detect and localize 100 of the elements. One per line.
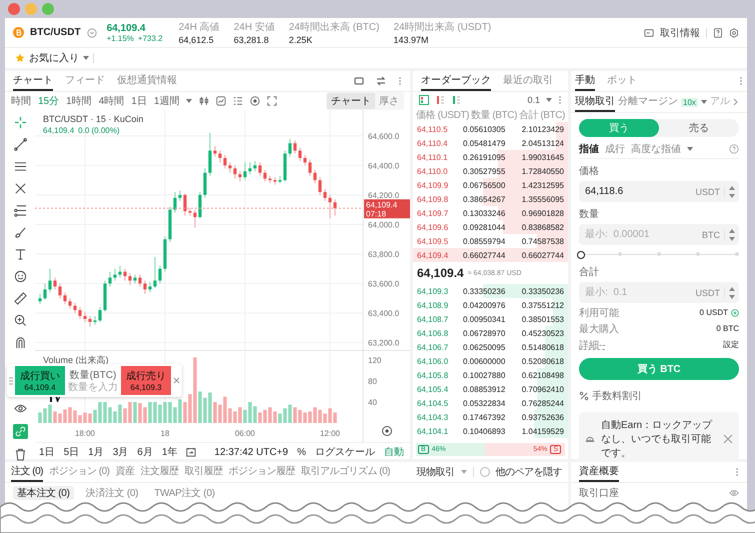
- info-panel-icon[interactable]: [644, 28, 654, 38]
- ask-price[interactable]: 64,109.4: [417, 250, 463, 260]
- more-icon[interactable]: [739, 76, 743, 86]
- fee-discount-link[interactable]: 手数料割引: [592, 389, 642, 403]
- bid-price[interactable]: 64,106.0: [417, 356, 463, 366]
- caret-icon[interactable]: [546, 98, 552, 102]
- ask-price[interactable]: 64,109.9: [417, 180, 463, 190]
- bid-price[interactable]: 64,104.3: [417, 412, 463, 422]
- interval-option[interactable]: 1週間: [154, 94, 180, 108]
- auto-scale-toggle[interactable]: 自動: [384, 445, 404, 459]
- market-sell-button[interactable]: 成行売り 64,109.3: [121, 366, 171, 395]
- stepper-down-icon[interactable]: [729, 294, 735, 298]
- link-icon[interactable]: [12, 424, 28, 439]
- window-icon[interactable]: [354, 76, 364, 86]
- quantity-input[interactable]: 最小: 0.00001: [585, 229, 698, 240]
- market-type-tab[interactable]: 分離マージン: [618, 92, 678, 112]
- ruler-icon[interactable]: [14, 292, 26, 305]
- caret-icon[interactable]: [687, 147, 693, 151]
- magnet-icon[interactable]: [14, 336, 26, 349]
- percent-toggle[interactable]: %: [297, 446, 306, 458]
- range-option[interactable]: 1月: [88, 445, 104, 459]
- bids-layout-icon[interactable]: [451, 95, 461, 105]
- both-sides-layout-icon[interactable]: [419, 95, 429, 105]
- pattern-icon[interactable]: [14, 182, 26, 195]
- help-icon[interactable]: [713, 28, 723, 38]
- side-toggle[interactable]: 売る: [659, 119, 739, 137]
- close-icon[interactable]: [173, 377, 180, 384]
- chart-icon[interactable]: [216, 96, 226, 106]
- interval-option[interactable]: 4時間: [98, 94, 124, 108]
- total-input[interactable]: 最小: 0.1: [585, 287, 692, 298]
- ask-price[interactable]: 64,109.6: [417, 222, 463, 232]
- buy-button[interactable]: 買う BTC: [579, 358, 739, 380]
- ask-price[interactable]: 64,110.0: [417, 166, 463, 176]
- asks-layout-icon[interactable]: [435, 95, 445, 105]
- chart-panel-tab[interactable]: フィード: [65, 71, 105, 91]
- trade-mode-tab[interactable]: ボット: [607, 71, 637, 91]
- swap-icon[interactable]: [376, 76, 386, 86]
- more-icon[interactable]: [735, 467, 739, 477]
- hide-pairs-checkbox[interactable]: [480, 467, 490, 477]
- interval-option[interactable]: 1時間: [66, 94, 92, 108]
- ask-price[interactable]: 64,109.5: [417, 236, 463, 246]
- candles-icon[interactable]: [199, 96, 210, 106]
- stepper-up-icon[interactable]: [729, 228, 735, 232]
- orderbook-tab[interactable]: 最近の取引: [503, 71, 553, 91]
- zoom-in-icon[interactable]: [14, 314, 26, 327]
- log-scale-toggle[interactable]: ログスケール: [315, 445, 375, 459]
- total-field[interactable]: 最小: 0.1 USDT: [579, 282, 739, 303]
- trading-pair[interactable]: BTC/USDT: [30, 27, 81, 38]
- order-type-tab[interactable]: 高度な指値: [631, 142, 681, 156]
- info-value[interactable]: 設定: [723, 339, 739, 350]
- bid-price[interactable]: 64,108.7: [417, 314, 463, 324]
- orders-tab[interactable]: ポジション履歴: [228, 462, 295, 482]
- order-type-filter[interactable]: 決済注文 (0): [82, 486, 142, 500]
- order-type-tab[interactable]: 指値: [579, 142, 599, 156]
- stepper-up-icon[interactable]: [729, 186, 735, 190]
- caret-icon[interactable]: [186, 99, 192, 103]
- bid-price[interactable]: 64,104.1: [417, 426, 463, 436]
- trend-line-icon[interactable]: [14, 138, 26, 151]
- indicators-icon[interactable]: [233, 96, 244, 106]
- close-icon[interactable]: [723, 434, 733, 444]
- orderbook-tab[interactable]: オーダーブック: [421, 71, 491, 91]
- bid-price[interactable]: 64,104.5: [417, 398, 463, 408]
- settings-icon[interactable]: [729, 28, 739, 38]
- orders-tab[interactable]: 取引履歴: [184, 462, 222, 482]
- bid-price[interactable]: 64,105.4: [417, 384, 463, 394]
- range-option[interactable]: 1年: [162, 445, 178, 459]
- trade-mode-tab[interactable]: 手動: [575, 71, 595, 91]
- chart-panel-tab[interactable]: 仮想通貨情報: [117, 71, 177, 91]
- caret-icon[interactable]: [700, 100, 707, 104]
- chart-panel-tab[interactable]: チャート: [13, 71, 53, 91]
- order-type-filter[interactable]: 基本注文 (0): [13, 486, 74, 500]
- calendar-icon[interactable]: [186, 447, 196, 457]
- trash-icon[interactable]: [14, 448, 26, 461]
- orders-tab[interactable]: ポジション (0): [49, 462, 110, 482]
- eye-icon[interactable]: [14, 402, 26, 415]
- market-filter-dropdown[interactable]: 現物取引: [416, 465, 454, 479]
- add-icon[interactable]: [731, 308, 739, 316]
- ask-price[interactable]: 64,110.1: [417, 152, 463, 162]
- leverage-badge[interactable]: 10x: [681, 98, 698, 106]
- interval-option[interactable]: 1日: [131, 94, 147, 108]
- trade-info-link[interactable]: 取引情報: [660, 26, 700, 40]
- caret-icon[interactable]: [83, 56, 89, 60]
- bid-price[interactable]: 64,105.8: [417, 370, 463, 380]
- text-tool-icon[interactable]: [14, 248, 26, 261]
- market-type-tab[interactable]: アル: [710, 92, 730, 112]
- ask-price[interactable]: 64,109.8: [417, 194, 463, 204]
- crosshair-icon[interactable]: [14, 116, 26, 129]
- market-type-tab[interactable]: 現物取引: [575, 92, 615, 112]
- market-buy-button[interactable]: 成行買い 64,109.4: [15, 366, 65, 395]
- range-option[interactable]: 5日: [64, 445, 80, 459]
- stepper-up-icon[interactable]: [729, 286, 735, 290]
- ask-price[interactable]: 64,110.5: [417, 124, 463, 134]
- orders-tab[interactable]: 注文履歴: [140, 462, 178, 482]
- price-input[interactable]: 64,118.6: [585, 186, 692, 197]
- slider-thumb[interactable]: [577, 251, 585, 259]
- parallel-lines-icon[interactable]: [14, 160, 26, 173]
- orders-tab[interactable]: 取引アルゴリズム (0): [301, 462, 390, 482]
- quantity-input[interactable]: 数量を入力: [67, 382, 119, 393]
- favorites-dropdown[interactable]: お気に入り: [29, 51, 79, 65]
- hide-pairs-label[interactable]: 他のペアを隠す: [496, 465, 562, 479]
